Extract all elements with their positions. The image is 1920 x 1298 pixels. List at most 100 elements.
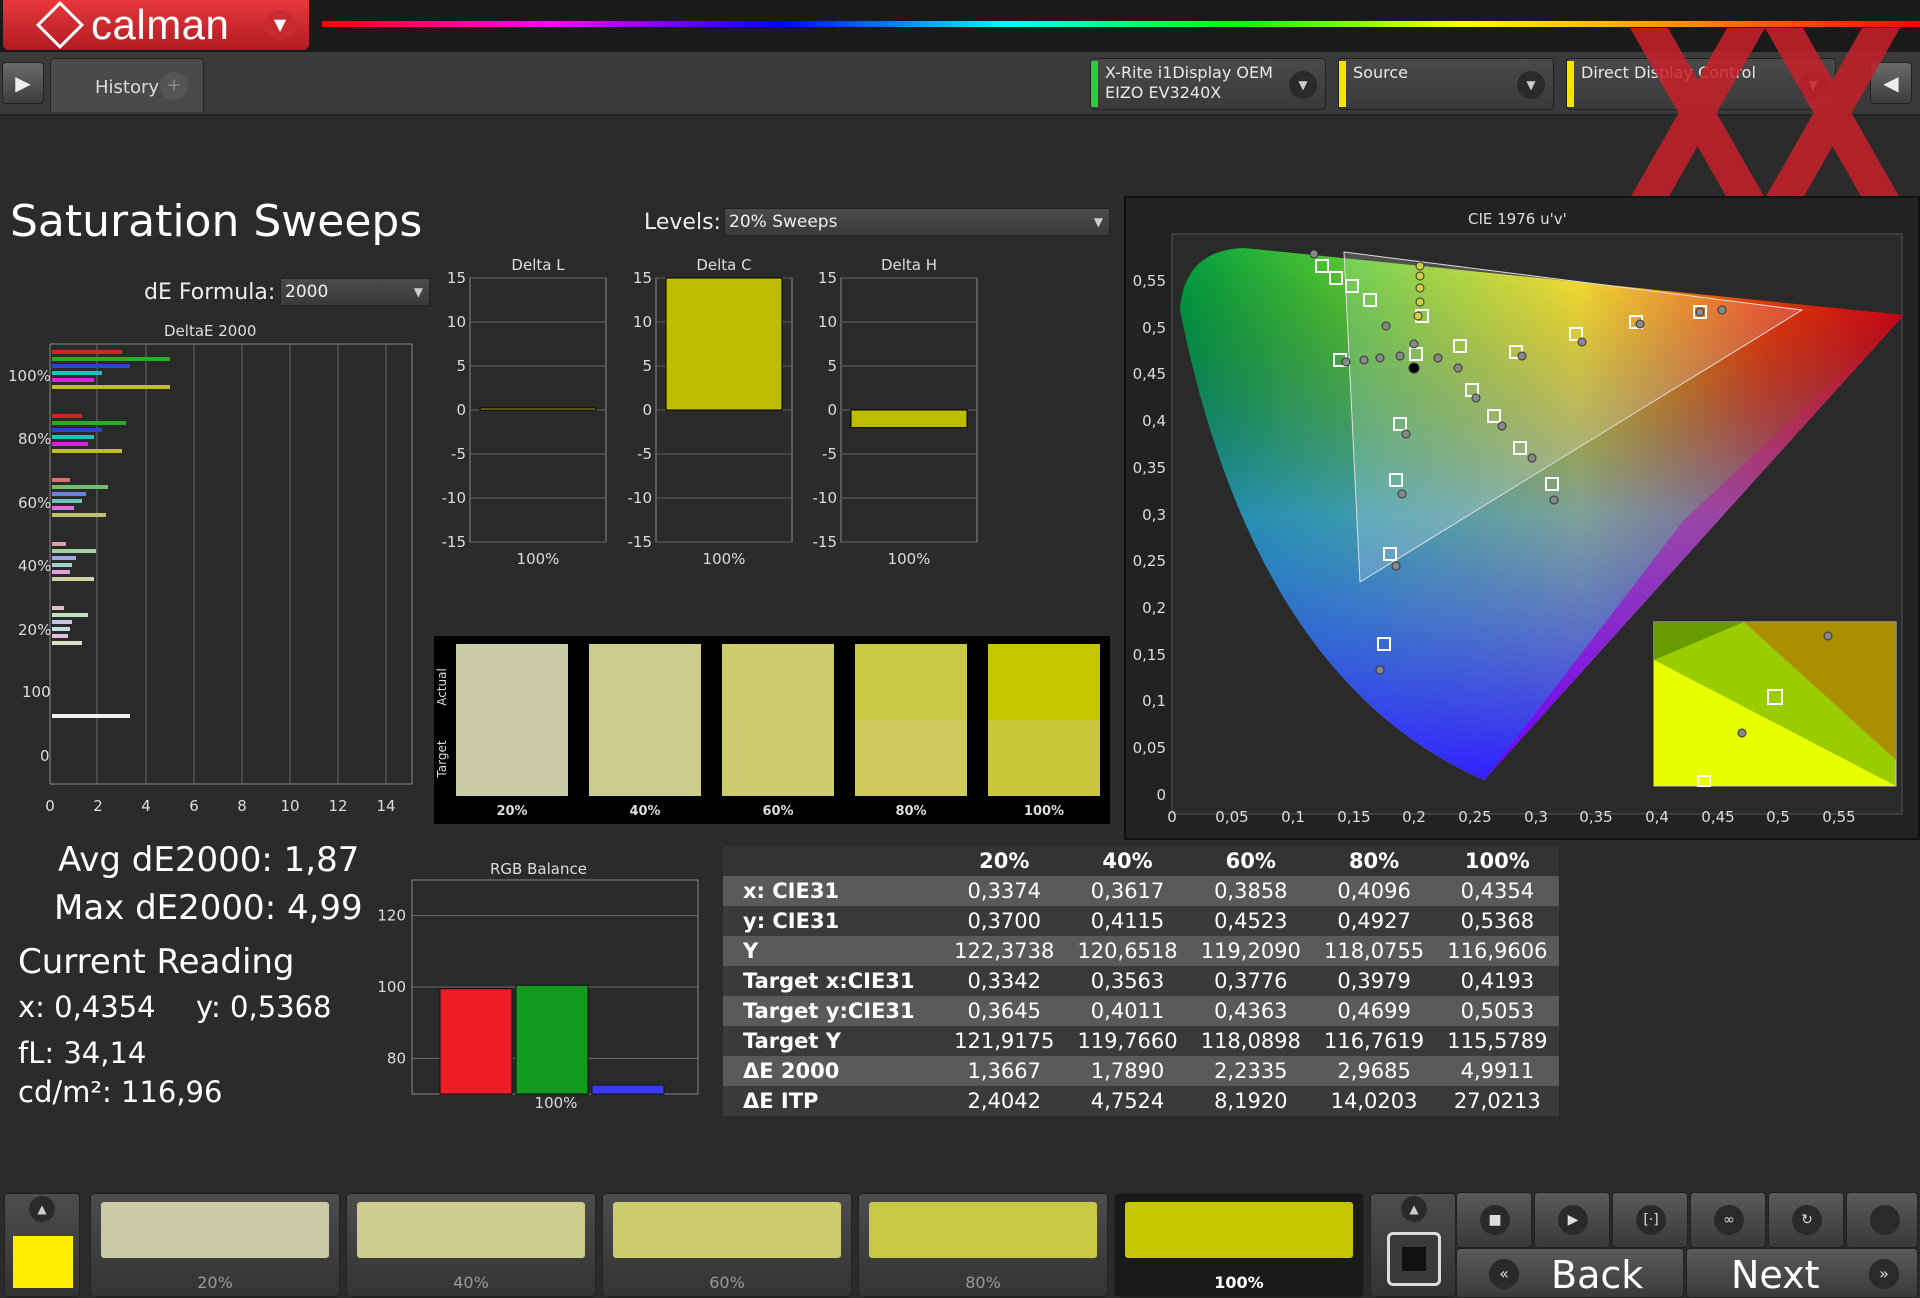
deltae-ytick: 100 (22, 683, 51, 701)
play-icon: ▶ (1558, 1205, 1588, 1235)
back-button[interactable]: « Back (1456, 1248, 1684, 1298)
add-tab-button[interactable]: + (160, 72, 188, 100)
patch-color (869, 1202, 1097, 1258)
options-button[interactable] (1846, 1192, 1918, 1248)
deltae-ytick: 100% (8, 367, 51, 385)
meter-line1: X-Rite i1Display OEM (1105, 63, 1273, 82)
chevron-up-icon[interactable]: ▲ (29, 1196, 55, 1222)
continuous-button[interactable]: ∞ (1690, 1192, 1766, 1248)
row-label: x: CIE31 (723, 876, 943, 906)
table-header-cell: 40% (1065, 846, 1190, 876)
rgb-yticks: 120 100 80 (377, 907, 406, 1068)
source-selector[interactable]: Source ▼ (1338, 58, 1554, 110)
stop-button[interactable]: ■ (1456, 1192, 1532, 1248)
swatch-actual (722, 644, 834, 720)
cie-xtick: 0,3 (1524, 808, 1548, 826)
stop-panel: ▲ (1370, 1193, 1456, 1297)
patch-button[interactable]: 60% (602, 1193, 852, 1297)
deltae-ytick: 0 (40, 747, 50, 765)
calman-logo[interactable]: calman ▼ (3, 0, 309, 50)
rgb-xlabel: 100% (535, 1094, 578, 1112)
next-button[interactable]: Next » (1686, 1248, 1918, 1298)
cie-xtick: 0,35 (1579, 808, 1612, 826)
meter-line2: EIZO EV3240X (1105, 83, 1222, 102)
table-cell: 0,4363 (1189, 996, 1313, 1026)
chevron-down-icon[interactable]: ▼ (265, 10, 295, 40)
swatch-actual (855, 644, 967, 720)
table-header-cell: 100% (1435, 846, 1559, 876)
stop-measure-button[interactable] (1387, 1232, 1441, 1286)
rgb-ytick: 80 (387, 1049, 406, 1067)
cie-xtick: 0,1 (1281, 808, 1305, 826)
rgb-bar-g (515, 984, 589, 1095)
table-header-cell: 20% (942, 846, 1066, 876)
expand-left-button[interactable]: ▶ (2, 62, 44, 104)
table-row: y: CIE31 0,3700 0,4115 0,4523 0,4927 0,5368 (723, 906, 1559, 936)
cie-xtick: 0,2 (1402, 808, 1426, 826)
patch-button[interactable]: 20% (90, 1193, 340, 1297)
bracket-measure-icon: [·] (1636, 1205, 1666, 1235)
swatch: 60% (722, 644, 834, 819)
chevron-down-icon[interactable]: ▼ (1289, 71, 1317, 99)
delta-ytick: 10 (633, 313, 652, 331)
deltae-xtick: 10 (280, 797, 299, 815)
chevron-up-icon[interactable]: ▲ (1401, 1196, 1427, 1222)
table-row: x: CIE31 0,3374 0,3617 0,3858 0,4096 0,4354 (723, 876, 1559, 906)
table-cell: 0,3776 (1189, 966, 1313, 996)
watermark-logo (1630, 28, 1900, 198)
current-fl: fL: 34,14 (18, 1036, 147, 1070)
cie-xtick: 0,55 (1822, 808, 1855, 826)
current-color-swatch (13, 1236, 73, 1288)
delta-ytick: -10 (442, 489, 467, 507)
patch-button[interactable]: 80% (858, 1193, 1108, 1297)
refresh-button[interactable]: ↻ (1768, 1192, 1844, 1248)
table-header-cell: 60% (1189, 846, 1313, 876)
refresh-icon: ↻ (1792, 1205, 1822, 1235)
measure-once-button[interactable]: [·] (1612, 1192, 1688, 1248)
deltae-xticks: 0 2 4 6 8 10 12 14 (45, 797, 395, 815)
delta-ytick: 15 (447, 269, 466, 287)
row-label: ΔE 2000 (723, 1056, 943, 1086)
table-cell: 0,4354 (1435, 876, 1559, 906)
avg-de: Avg dE2000: 1,87 (58, 840, 360, 880)
table-cell: 0,4927 (1312, 906, 1436, 936)
deltae-xtick: 2 (93, 797, 103, 815)
swatch-actual (456, 644, 568, 720)
row-label: Target y:CIE31 (723, 996, 943, 1026)
play-button[interactable]: ▶ (1534, 1192, 1610, 1248)
deltae-chart: 100% 80% 60% 40% 20% 100 0 0 2 4 6 8 10 … (8, 343, 413, 815)
current-reading-heading: Current Reading (18, 942, 295, 982)
cie-xtick: 0,4 (1645, 808, 1669, 826)
deltae-ytick: 60% (18, 494, 51, 512)
meter-selector[interactable]: X-Rite i1Display OEM EIZO EV3240X ▼ (1090, 58, 1326, 110)
delta-xlabel: 100% (517, 550, 560, 568)
measurement-table: 20% 40% 60% 80% 100% x: CIE31 0,3374 0,3617 0,3… (723, 846, 1559, 1116)
delta-ytick: -5 (822, 445, 837, 463)
cie-xtick: 0,25 (1458, 808, 1491, 826)
patch-color (1125, 1202, 1353, 1258)
dropdown-arrow-icon: ▼ (413, 285, 423, 299)
delta-ytick: -15 (442, 533, 467, 551)
table-cell: 0,3374 (942, 876, 1066, 906)
calman-diamond-icon (35, 0, 85, 50)
cie-ytick: 0,3 (1142, 506, 1166, 524)
deltae-yticks: 100% 80% 60% 40% 20% 100 0 (8, 367, 51, 765)
table-header-cell (723, 846, 943, 876)
patch-button[interactable]: 40% (346, 1193, 596, 1297)
table-cell: 14,0203 (1312, 1086, 1436, 1116)
table-cell: 0,3700 (942, 906, 1066, 936)
chevron-down-icon[interactable]: ▼ (1517, 71, 1545, 99)
table-row: ΔE ITP 2,4042 4,7524 8,1920 14,0203 27,0213 (723, 1086, 1559, 1116)
levels-select[interactable]: 20% Sweeps ▼ (724, 208, 1110, 236)
meter-name: X-Rite i1Display OEM EIZO EV3240X (1105, 63, 1273, 103)
current-y: y: 0,5368 (196, 990, 332, 1024)
de-formula-label: dE Formula: (144, 280, 276, 305)
patch-button[interactable]: 100% (1114, 1193, 1364, 1297)
swatch: 40% (589, 644, 701, 819)
de-formula-select[interactable]: 2000 ▼ (280, 278, 430, 306)
table-cell: 0,3858 (1189, 876, 1313, 906)
table-header-cell: 80% (1312, 846, 1436, 876)
swatch-panel: Actual Target 20% 40% 60% 80% 100% (434, 636, 1110, 824)
table-cell: 4,9911 (1435, 1056, 1559, 1086)
levels-value: 20% Sweeps (729, 212, 838, 232)
